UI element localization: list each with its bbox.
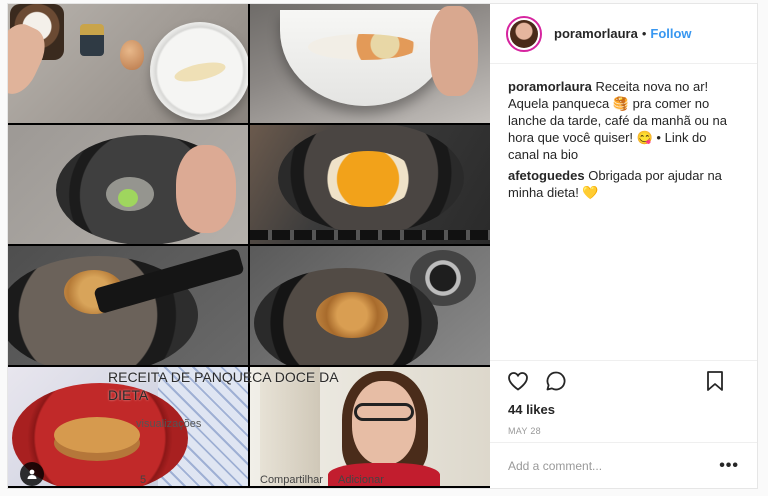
video-title-overlay: RECEITA DE PANQUECA DOCE DA DIETA (108, 369, 338, 403)
separator: • (641, 26, 647, 41)
photo-oiling-pan (8, 125, 248, 244)
comment-username[interactable]: afetoguedes (508, 168, 585, 183)
add-comment-bar: ••• (490, 442, 757, 488)
count-overlay: 5 (140, 474, 147, 486)
likes-count[interactable]: 44 likes (490, 400, 757, 420)
username-link[interactable]: poramorlaura (554, 26, 638, 41)
more-options-button[interactable]: ••• (719, 457, 739, 475)
instagram-post: RECEITA DE PANQUECA DOCE DA DIETA visual… (7, 3, 758, 489)
post-media[interactable]: RECEITA DE PANQUECA DOCE DA DIETA visual… (8, 4, 490, 488)
heart-icon[interactable] (506, 369, 530, 393)
post-header: poramorlaura • Follow (490, 4, 757, 64)
post-sidebar: poramorlaura • Follow poramorlaura Recei… (490, 4, 757, 488)
post-date: MAY 28 (508, 426, 541, 436)
caption: poramorlaura Receita nova no ar! Aquela … (508, 78, 739, 163)
comments-section: poramorlaura Receita nova no ar! Aquela … (490, 64, 757, 360)
bookmark-icon[interactable] (703, 369, 727, 393)
views-overlay: visualizações (136, 418, 202, 430)
add-comment-input[interactable] (508, 458, 720, 473)
action-bar (490, 360, 757, 400)
photo-mixing-bowl (250, 4, 490, 123)
follow-button[interactable]: Follow (650, 26, 691, 41)
add-overlay: Adicionar (338, 474, 384, 486)
user-tag-icon[interactable] (20, 462, 44, 486)
comment-item: afetoguedes Obrigada por ajudar na minha… (508, 167, 739, 201)
avatar[interactable] (506, 15, 542, 52)
photo-flipping-pancake (8, 246, 248, 365)
caption-username[interactable]: poramorlaura (508, 79, 592, 94)
comment-icon[interactable] (544, 369, 568, 393)
photo-cooked-pancake (250, 246, 490, 365)
photo-ingredients (8, 4, 248, 123)
photo-batter-in-pan (250, 125, 490, 244)
share-overlay: Compartilhar (260, 474, 323, 486)
